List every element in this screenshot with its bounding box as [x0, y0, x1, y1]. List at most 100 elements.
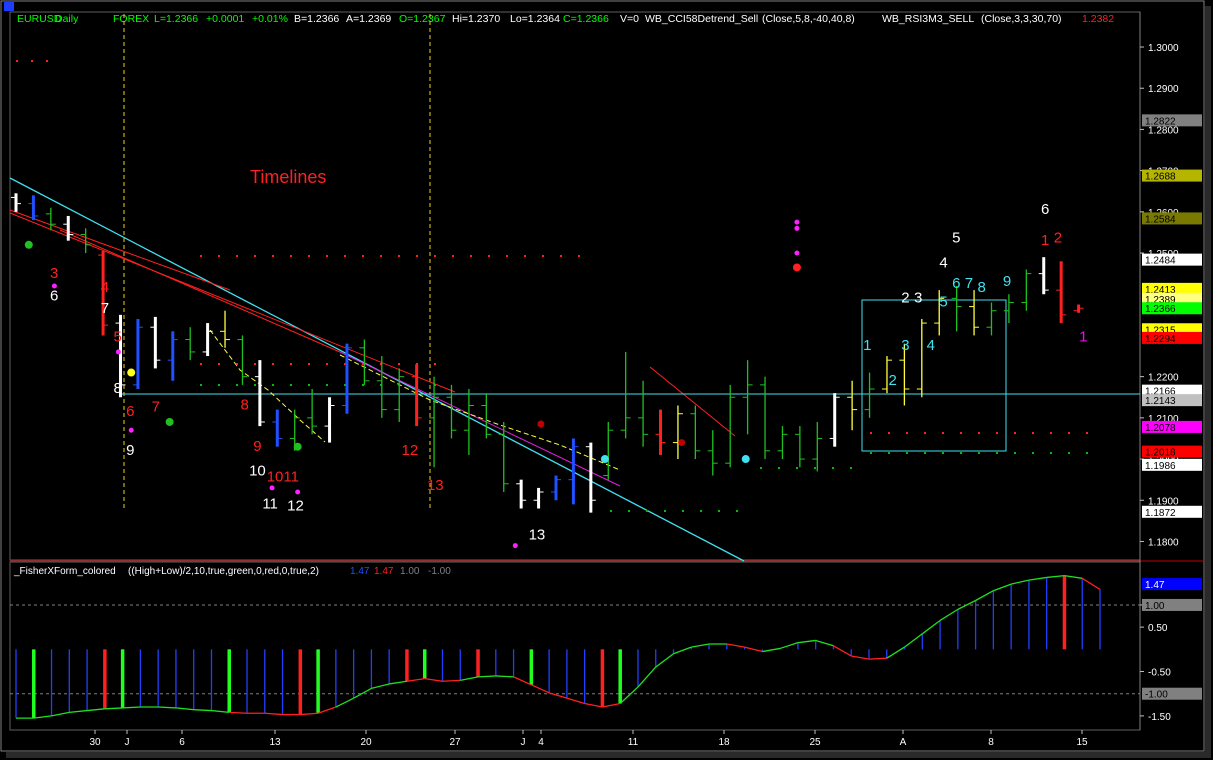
level-dot — [434, 255, 436, 257]
level-dot — [218, 384, 220, 386]
fisher-line-segment — [495, 675, 514, 678]
level-dot — [326, 363, 328, 365]
level-dot — [506, 255, 508, 257]
header-low: Lo=1.2364 — [510, 13, 560, 25]
level-dot — [488, 255, 490, 257]
signal-dot — [537, 420, 545, 428]
header-high: Hi=1.2370 — [452, 13, 500, 25]
level-dot — [452, 255, 454, 257]
count-label: 9 — [253, 438, 261, 455]
date-label: J — [125, 737, 130, 748]
header-study2-params: (Close,3,3,30,70) — [981, 13, 1062, 25]
window-shadow — [6, 752, 1211, 758]
price-tag-label: 1.2822 — [1145, 116, 1176, 127]
count-label: 13 — [529, 526, 546, 543]
symbol-icon — [4, 2, 14, 11]
header-market: FOREX — [113, 13, 149, 25]
price-tick-label: 1.3000 — [1148, 43, 1179, 54]
count-label: 5 — [952, 230, 960, 247]
signal-dot — [678, 439, 686, 447]
level-dot — [996, 432, 998, 434]
fisher-tag-label: -1.00 — [1145, 690, 1168, 701]
date-label: 8 — [988, 737, 994, 748]
level-dot — [362, 363, 364, 365]
count-label: 8 — [113, 380, 121, 397]
count-label: 8 — [241, 397, 249, 414]
date-label: 20 — [360, 737, 372, 748]
count-label: 6 — [126, 403, 134, 420]
count-label: 4 — [101, 279, 109, 296]
level-dot — [978, 432, 980, 434]
level-dot — [362, 255, 364, 257]
level-dot — [200, 255, 202, 257]
level-dot — [906, 452, 908, 454]
level-dot — [1032, 432, 1034, 434]
level-dot — [628, 510, 630, 512]
level-dot — [924, 452, 926, 454]
fisher-line-segment — [104, 707, 123, 710]
level-dot — [1014, 432, 1016, 434]
level-dot — [46, 60, 48, 62]
level-dot — [870, 432, 872, 434]
fisher-tick-label: 0.50 — [1148, 623, 1168, 634]
header-bid: B=1.2366 — [294, 13, 339, 25]
price-tag-label: 1.2018 — [1145, 448, 1176, 459]
chart-canvas[interactable]: EURUSDDaily FOREX L=1.2366 +0.0001 +0.01% B=1… — [0, 0, 1213, 760]
level-dot — [996, 452, 998, 454]
level-dot — [308, 255, 310, 257]
date-label: 27 — [449, 737, 461, 748]
signal-dot — [794, 219, 800, 225]
fisher-tick-label: -1.50 — [1148, 712, 1171, 723]
header-change-pct: +0.01% — [252, 13, 288, 25]
level-dot — [254, 363, 256, 365]
chart-window: EURUSD Daily FOREX L=1.2366 +0.0001 +0.01% B=1… — [0, 0, 1213, 760]
header-close: C=1.2366 — [563, 13, 609, 25]
signal-dot — [794, 250, 800, 256]
level-dot — [1050, 432, 1052, 434]
count-label: 2 — [889, 372, 897, 389]
count-label: 1 — [863, 337, 871, 354]
header-ask: A=1.2369 — [346, 13, 391, 25]
fisher-value2: 1.47 — [374, 566, 394, 577]
level-dot — [906, 432, 908, 434]
price-tag-label: 1.2688 — [1145, 172, 1176, 183]
level-dot — [682, 510, 684, 512]
signal-dot — [794, 225, 800, 231]
level-dot — [960, 432, 962, 434]
timelines-annotation: Timelines — [250, 167, 326, 187]
level-dot — [610, 510, 612, 512]
level-dot — [924, 432, 926, 434]
level-dot — [236, 384, 238, 386]
count-label: 7 — [101, 300, 109, 317]
level-dot — [308, 384, 310, 386]
level-dot — [1050, 452, 1052, 454]
fisher-params: ((High+Low)/2,10,true,green,0,red,0,true… — [128, 566, 319, 577]
level-dot — [814, 467, 816, 469]
level-dot — [796, 467, 798, 469]
date-label: 13 — [269, 737, 281, 748]
level-dot — [942, 452, 944, 454]
level-dot — [1068, 452, 1070, 454]
level-dot — [200, 363, 202, 365]
level-dot — [978, 452, 980, 454]
level-dot — [1032, 452, 1034, 454]
fisher-value1: 1.47 — [350, 566, 370, 577]
level-dot — [272, 384, 274, 386]
level-dot — [1086, 452, 1088, 454]
signal-dot — [127, 368, 136, 377]
signal-dot — [115, 349, 121, 355]
header-study1-params: (Close,5,8,-40,40,8) — [762, 13, 855, 25]
signal-dot — [512, 543, 518, 549]
signal-dot — [24, 240, 33, 249]
level-dot — [362, 384, 364, 386]
level-dot — [560, 255, 562, 257]
level-dot — [778, 467, 780, 469]
count-label: 6 — [952, 275, 960, 292]
header-change: +0.0001 — [206, 13, 244, 25]
level-dot — [888, 432, 890, 434]
fisher-line-segment — [158, 706, 176, 709]
fisher-line-segment — [868, 657, 887, 660]
level-dot — [718, 510, 720, 512]
count-label: 9 — [1003, 273, 1011, 290]
level-dot — [942, 432, 944, 434]
